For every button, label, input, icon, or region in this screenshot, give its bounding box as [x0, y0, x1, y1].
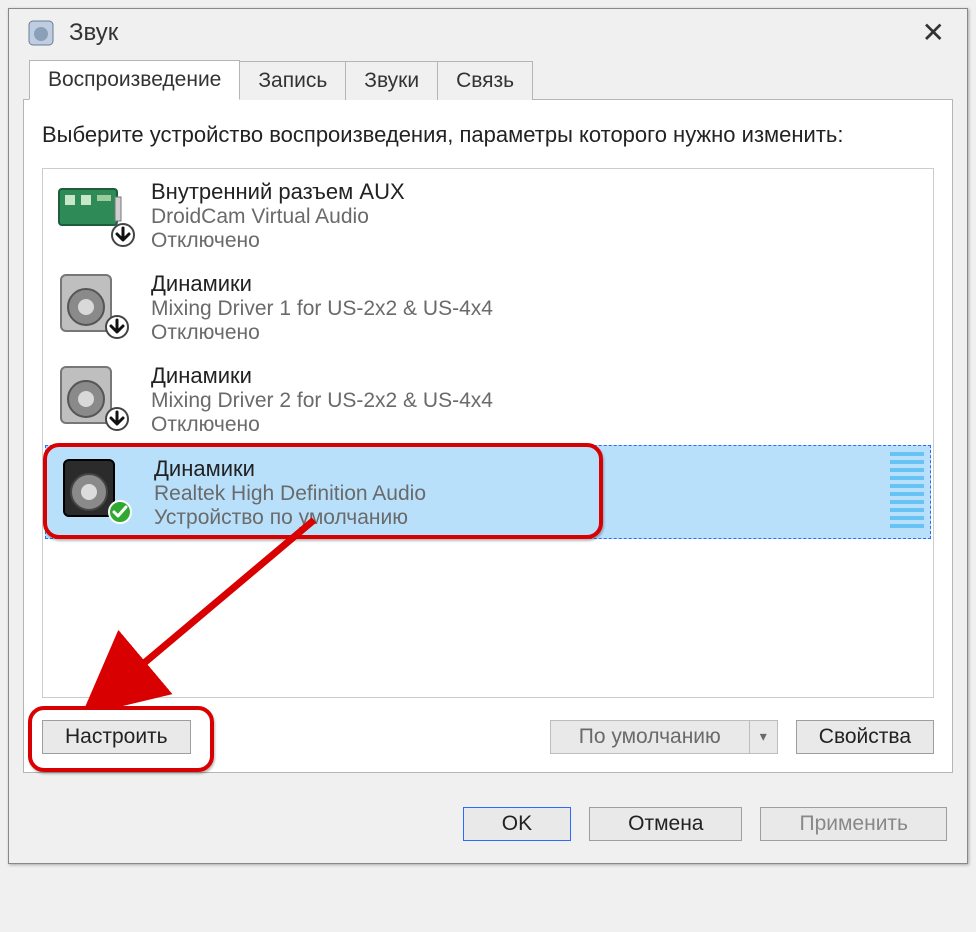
- device-item-mixer2[interactable]: Динамики Mixing Driver 2 for US-2x2 & US…: [43, 353, 933, 445]
- dialog-footer: OK Отмена Применить: [9, 787, 967, 863]
- tab-recording[interactable]: Запись: [239, 61, 346, 100]
- device-status: Отключено: [151, 229, 405, 253]
- properties-button[interactable]: Свойства: [796, 720, 934, 754]
- tab-playback[interactable]: Воспроизведение: [29, 60, 240, 100]
- tab-strip: Воспроизведение Запись Звуки Связь: [23, 58, 953, 100]
- arrow-down-badge-icon: [111, 223, 135, 247]
- cancel-button[interactable]: Отмена: [589, 807, 742, 841]
- device-status: Отключено: [151, 413, 493, 437]
- panel-button-row: Настроить По умолчанию ▾ Свойства: [42, 720, 934, 754]
- apply-button[interactable]: Применить: [760, 807, 947, 841]
- device-name: Динамики: [151, 363, 493, 389]
- device-description: DroidCam Virtual Audio: [151, 205, 405, 229]
- device-item-realtek[interactable]: Динамики Realtek High Definition Audio У…: [45, 445, 931, 539]
- device-status: Устройство по умолчанию: [154, 506, 426, 530]
- check-badge-icon: [108, 500, 132, 524]
- playback-panel: Выберите устройство воспроизведения, пар…: [23, 99, 953, 773]
- device-description: Realtek High Definition Audio: [154, 482, 426, 506]
- set-default-split-button[interactable]: По умолчанию ▾: [550, 720, 778, 754]
- configure-button[interactable]: Настроить: [42, 720, 191, 754]
- close-button[interactable]: ✕: [914, 19, 953, 47]
- device-description: Mixing Driver 1 for US-2x2 & US-4x4: [151, 297, 493, 321]
- titlebar: Звук ✕: [9, 9, 967, 57]
- device-name: Динамики: [154, 456, 426, 482]
- device-item-mixer1[interactable]: Динамики Mixing Driver 1 for US-2x2 & US…: [43, 261, 933, 353]
- arrow-down-badge-icon: [105, 407, 129, 431]
- panel-instruction: Выберите устройство воспроизведения, пар…: [42, 120, 934, 150]
- sound-title-icon: [27, 19, 55, 47]
- ok-button[interactable]: OK: [463, 807, 571, 841]
- set-default-label: По умолчанию: [550, 720, 750, 754]
- device-name: Внутренний разъем AUX: [151, 179, 405, 205]
- vu-meter: [890, 452, 924, 532]
- device-list[interactable]: Внутренний разъем AUX DroidCam Virtual A…: [42, 168, 934, 698]
- window-title: Звук: [69, 19, 118, 47]
- chevron-down-icon[interactable]: ▾: [750, 720, 778, 754]
- device-description: Mixing Driver 2 for US-2x2 & US-4x4: [151, 389, 493, 413]
- tab-sounds[interactable]: Звуки: [345, 61, 438, 100]
- device-item-aux[interactable]: Внутренний разъем AUX DroidCam Virtual A…: [43, 169, 933, 261]
- tab-communications[interactable]: Связь: [437, 61, 533, 100]
- device-status: Отключено: [151, 321, 493, 345]
- device-name: Динамики: [151, 271, 493, 297]
- sound-dialog: Звук ✕ Воспроизведение Запись Звуки Связ…: [8, 8, 968, 864]
- arrow-down-badge-icon: [105, 315, 129, 339]
